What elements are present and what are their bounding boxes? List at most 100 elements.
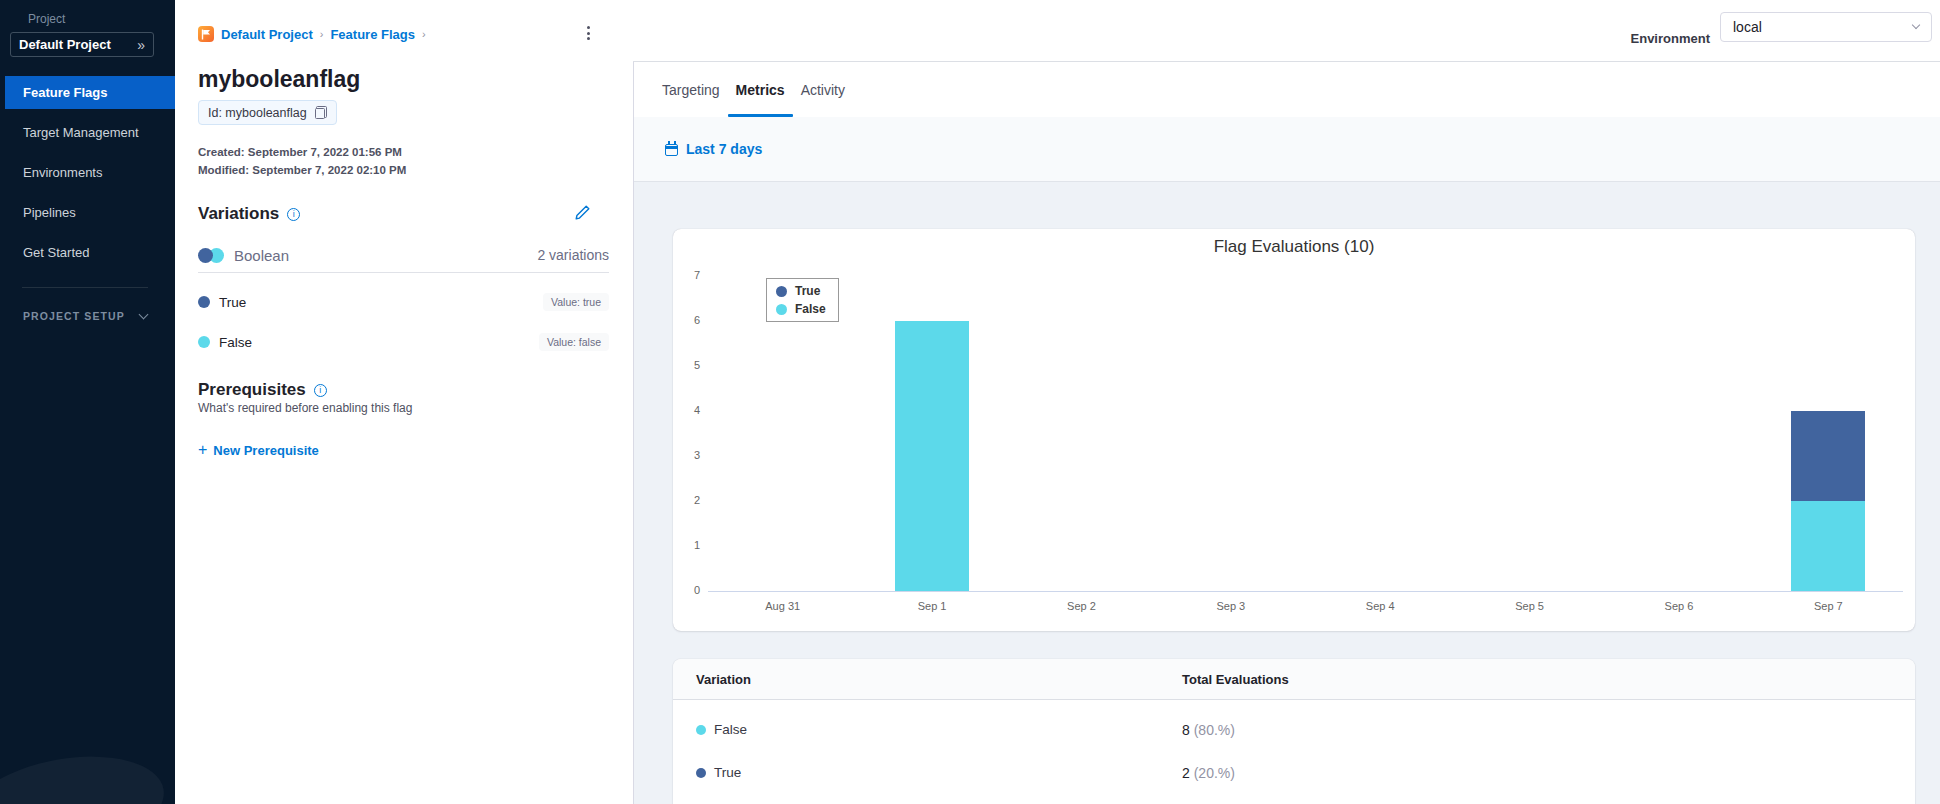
sidebar: Project Default Project » Feature Flags T… bbox=[0, 0, 175, 804]
breadcrumb-project-link[interactable]: Default Project bbox=[221, 27, 313, 42]
environment-label: Environment bbox=[1631, 31, 1710, 46]
x-axis-tick-label: Sep 5 bbox=[1485, 600, 1575, 612]
breadcrumb: Default Project › Feature Flags › bbox=[198, 26, 426, 42]
edit-variations-icon[interactable] bbox=[574, 204, 591, 221]
project-selector-value: Default Project bbox=[19, 37, 137, 52]
sidebar-item-get-started[interactable]: Get Started bbox=[0, 236, 175, 269]
x-axis-tick-label: Sep 2 bbox=[1036, 600, 1126, 612]
prerequisites-description: What's required before enabling this fla… bbox=[198, 401, 412, 415]
y-axis-tick-label: 2 bbox=[673, 494, 700, 506]
environment-select[interactable]: local bbox=[1720, 12, 1932, 42]
flag-tabs: Targeting Metrics Activity bbox=[633, 62, 1940, 117]
info-icon[interactable] bbox=[314, 384, 327, 397]
legend-label: True bbox=[795, 284, 820, 298]
variations-count: 2 variations bbox=[537, 247, 609, 263]
variation-name: False bbox=[714, 722, 747, 737]
variation-color-dot bbox=[198, 296, 210, 308]
metrics-content: Flag Evaluations (10) 01234567Aug 31Sep … bbox=[633, 183, 1940, 804]
calendar-icon bbox=[665, 144, 678, 156]
flag-created-timestamp: Created: September 7, 2022 01:56 PM bbox=[198, 146, 402, 158]
boolean-type-icon bbox=[198, 248, 224, 263]
prerequisites-section-heading: Prerequisites bbox=[198, 380, 327, 400]
app: Project Default Project » Feature Flags T… bbox=[0, 0, 1940, 804]
flag-id-chip[interactable]: Id: mybooleanflag bbox=[198, 100, 337, 125]
variation-name: True bbox=[714, 765, 741, 780]
prerequisites-heading-text: Prerequisites bbox=[198, 380, 306, 400]
copy-icon[interactable] bbox=[315, 106, 327, 119]
breadcrumb-section-link[interactable]: Feature Flags bbox=[330, 27, 415, 42]
variations-heading-text: Variations bbox=[198, 204, 279, 224]
date-filter-bar: Last 7 days bbox=[633, 117, 1940, 182]
y-axis-tick-label: 3 bbox=[673, 449, 700, 461]
x-axis-tick-label: Sep 6 bbox=[1634, 600, 1724, 612]
environment-select-value: local bbox=[1733, 19, 1762, 35]
evaluations-chart-card: Flag Evaluations (10) 01234567Aug 31Sep … bbox=[673, 229, 1915, 631]
flag-options-menu-button[interactable] bbox=[579, 23, 597, 43]
date-range-button[interactable]: Last 7 days bbox=[665, 141, 762, 157]
new-prerequisite-label: New Prerequisite bbox=[213, 443, 319, 458]
environment-topbar: Environment local bbox=[633, 0, 1940, 62]
project-setup-toggle[interactable]: PROJECT SETUP bbox=[23, 310, 147, 322]
sidebar-item-feature-flags[interactable]: Feature Flags bbox=[5, 76, 175, 109]
chart-legend: True False bbox=[766, 278, 839, 322]
y-axis-tick-label: 1 bbox=[673, 539, 700, 551]
evaluations-table-card: VariationTotal Evaluations False8 (80.%)… bbox=[673, 659, 1915, 804]
table-rows: False 8 (80.%) True 2 (20.%) bbox=[673, 708, 1915, 794]
project-selector[interactable]: Default Project » bbox=[10, 32, 154, 57]
y-axis-tick-label: 6 bbox=[673, 314, 700, 326]
y-axis-tick-label: 5 bbox=[673, 359, 700, 371]
x-axis-tick-label: Sep 1 bbox=[887, 600, 977, 612]
variation-value-chip: Value: false bbox=[539, 333, 609, 351]
chevron-down-icon bbox=[1912, 21, 1920, 29]
bar-false-sep-1 bbox=[895, 321, 969, 591]
sidebar-divider bbox=[22, 287, 148, 288]
sidebar-nav: Feature Flags Target Management Environmen… bbox=[0, 76, 175, 276]
variation-color-dot bbox=[696, 725, 706, 735]
variation-value-chip: Value: true bbox=[543, 293, 609, 311]
sidebar-item-environments[interactable]: Environments bbox=[0, 156, 175, 189]
project-setup-label: PROJECT SETUP bbox=[23, 310, 125, 322]
sidebar-item-pipelines[interactable]: Pipelines bbox=[0, 196, 175, 229]
legend-item-false[interactable]: False bbox=[776, 302, 826, 316]
variation-color-dot bbox=[198, 336, 210, 348]
flag-id-text: Id: mybooleanflag bbox=[208, 106, 307, 120]
variation-row-false: False Value: false bbox=[198, 333, 609, 351]
variation-type-row: Boolean 2 variations bbox=[198, 246, 609, 264]
variation-type-label: Boolean bbox=[234, 247, 289, 264]
legend-item-true[interactable]: True bbox=[776, 284, 826, 298]
table-row-false: False 8 (80.%) bbox=[673, 708, 1915, 751]
new-prerequisite-button[interactable]: + New Prerequisite bbox=[198, 441, 319, 459]
variation-color-dot bbox=[696, 768, 706, 778]
plus-icon: + bbox=[198, 441, 207, 459]
flag-modified-timestamp: Modified: September 7, 2022 02:10 PM bbox=[198, 164, 406, 176]
chevron-down-icon bbox=[138, 309, 148, 319]
project-label: Project bbox=[28, 12, 65, 26]
x-axis-tick-label: Sep 7 bbox=[1783, 600, 1873, 612]
tab-metrics[interactable]: Metrics bbox=[736, 62, 785, 117]
x-axis-tick-label: Sep 4 bbox=[1335, 600, 1425, 612]
variation-row-true: TrueValue: true bbox=[198, 293, 609, 311]
feature-flags-module-icon bbox=[198, 26, 214, 42]
breadcrumb-separator: › bbox=[422, 28, 426, 40]
bar-true-sep-7 bbox=[1791, 411, 1865, 501]
y-axis-tick-label: 0 bbox=[673, 584, 700, 596]
bar-false-sep-7 bbox=[1791, 501, 1865, 591]
evaluation-count: 8 (80.%) bbox=[1182, 722, 1915, 738]
sidebar-item-target-management[interactable]: Target Management bbox=[0, 116, 175, 149]
date-range-label: Last 7 days bbox=[686, 141, 762, 157]
legend-label: False bbox=[795, 302, 826, 316]
tab-targeting[interactable]: Targeting bbox=[662, 62, 720, 117]
info-icon[interactable] bbox=[287, 208, 300, 221]
variations-divider bbox=[198, 272, 609, 273]
legend-dot bbox=[776, 304, 787, 315]
variation-name: False bbox=[219, 335, 252, 350]
table-column-header: Total Evaluations bbox=[1182, 672, 1915, 687]
evaluation-count: 2 (20.%) bbox=[1182, 765, 1915, 781]
evaluation-percent: (20.%) bbox=[1194, 765, 1235, 781]
tab-activity[interactable]: Activity bbox=[801, 62, 845, 117]
x-axis-tick-label: Sep 3 bbox=[1186, 600, 1276, 612]
y-axis-tick-label: 7 bbox=[673, 269, 700, 281]
legend-dot bbox=[776, 286, 787, 297]
panel-divider bbox=[633, 62, 634, 804]
y-axis-tick-label: 4 bbox=[673, 404, 700, 416]
